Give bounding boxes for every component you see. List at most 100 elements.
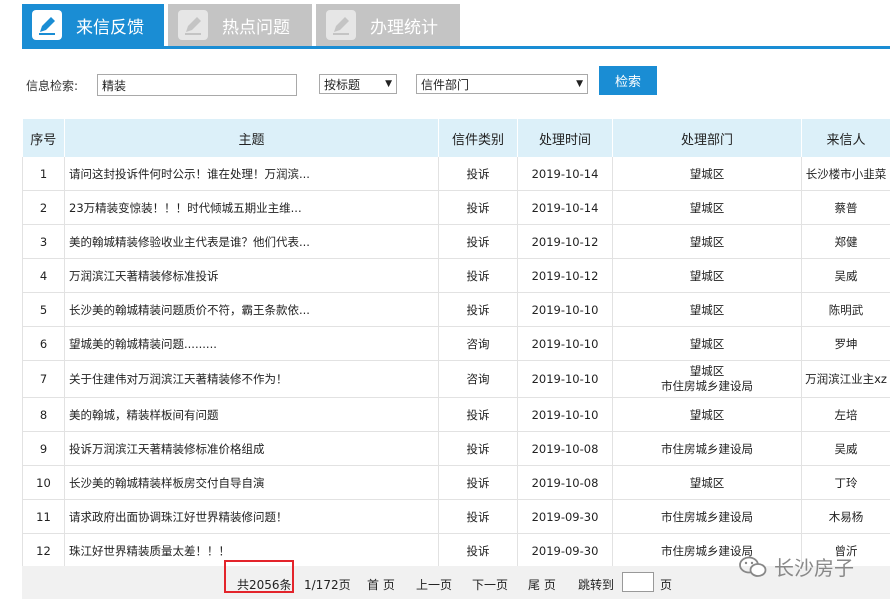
cell-dept: 望城区 — [612, 190, 802, 225]
cell-subject[interactable]: 请问这封投诉件何时公示！谁在处理！万润滨... — [64, 157, 439, 191]
cell-category: 投诉 — [438, 533, 518, 568]
table-row[interactable]: 8 美的翰城，精装样板间有问题 投诉 2019-10-10 望城区 左培 — [22, 397, 890, 432]
table-row[interactable]: 1 请问这封投诉件何时公示！谁在处理！万润滨... 投诉 2019-10-14 望城区长… — [22, 157, 890, 191]
table-row[interactable]: 2 23万精装变惊装！！！时代倾城五期业主维... 投诉 2019-10-14 望城区蔡… — [22, 190, 890, 225]
table-row[interactable]: 3 美的翰城精装修验收业主代表是谁？他们代表... 投诉 2019-10-12 望城区郑… — [22, 224, 890, 259]
pager-jump-input[interactable] — [622, 572, 654, 592]
cell-subject[interactable]: 美的翰城，精装样板间有问题 — [64, 397, 439, 432]
cell-no: 12 — [22, 533, 65, 568]
cell-date: 2019-09-30 — [517, 499, 613, 534]
tab-label: 来信反馈 — [76, 17, 144, 38]
cell-category: 投诉 — [438, 190, 518, 225]
cell-dept: 望城区 — [612, 465, 802, 500]
cell-date: 2019-10-10 — [517, 326, 613, 361]
cell-date: 2019-10-10 — [517, 292, 613, 327]
col-header-category: 信件类别 — [438, 119, 518, 157]
table-row[interactable]: 10 长沙美的翰城精装样板房交付自导自演 投诉 2019-10-08 望城区 丁玲 — [22, 465, 890, 500]
cell-date: 2019-10-10 — [517, 397, 613, 432]
department-value: 信件部门 — [421, 77, 470, 92]
table-row[interactable]: 7 关于住建伟对万润滨江天著精装修不作为！ 咨询 2019-10-10 望城区 市住房城乡… — [22, 360, 890, 398]
col-header-dept: 处理部门 — [612, 119, 802, 157]
search-type-select[interactable]: 按标题 ▼ — [319, 74, 397, 94]
cell-sender: 丁玲 — [801, 465, 890, 500]
tab-hot-issues[interactable]: 热点问题 — [168, 4, 312, 46]
cell-subject[interactable]: 投诉万润滨江天著精装修标准价格组成 — [64, 431, 439, 466]
cell-no: 8 — [22, 397, 65, 432]
cell-no: 6 — [22, 326, 65, 361]
cell-category: 投诉 — [438, 431, 518, 466]
col-header-sender: 来信人 — [801, 119, 890, 157]
letters-table: 序号 主题 信件类别 处理时间 处理部门 来信人 1 请问这封投诉件何时公示！谁在… — [22, 119, 890, 568]
table-row[interactable]: 5 长沙美的翰城精装问题质价不符，霸王条款依... 投诉 2019-10-10 望城区陈… — [22, 292, 890, 327]
col-header-date: 处理时间 — [517, 119, 613, 157]
search-bar: 信息检索: 按标题 ▼ 信件部门 ▼ 检索 — [26, 66, 890, 100]
cell-subject[interactable]: 关于住建伟对万润滨江天著精装修不作为！ — [64, 360, 439, 398]
cell-date: 2019-10-12 — [517, 224, 613, 259]
cell-subject[interactable]: 长沙美的翰城精装问题质价不符，霸王条款依... — [64, 292, 439, 327]
cell-no: 2 — [22, 190, 65, 225]
cell-dept: 望城区 — [612, 258, 802, 293]
search-button[interactable]: 检索 — [599, 66, 657, 95]
cell-subject[interactable]: 万润滨江天著精装修标准投诉 — [64, 258, 439, 293]
pager-page-indicator: 1/172页 — [304, 578, 351, 592]
cell-category: 投诉 — [438, 499, 518, 534]
total-highlight-box — [224, 560, 294, 593]
table-row[interactable]: 9 投诉万润滨江天著精装修标准价格组成 投诉 2019-10-08 市住房城乡建设局 吴威 — [22, 431, 890, 466]
cell-sender: 木易杨 — [801, 499, 890, 534]
cell-subject[interactable]: 美的翰城精装修验收业主代表是谁？他们代表... — [64, 224, 439, 259]
tab-underline — [22, 46, 890, 49]
cell-sender: 蔡普 — [801, 190, 890, 225]
watermark-text: 长沙房子 — [774, 556, 854, 580]
cell-category: 投诉 — [438, 224, 518, 259]
cell-date: 2019-10-08 — [517, 465, 613, 500]
edit-icon — [32, 10, 62, 40]
search-input[interactable] — [97, 74, 297, 96]
cell-dept: 望城区 — [612, 397, 802, 432]
table-row[interactable]: 11 请求政府出面协调珠江好世界精装修问题！ 投诉 2019-09-30 市住房城乡建设… — [22, 499, 890, 534]
pager-first-link[interactable]: 首 页 — [367, 576, 395, 593]
tab-feedback[interactable]: 来信反馈 — [22, 4, 164, 46]
cell-date: 2019-10-14 — [517, 157, 613, 191]
cell-sender: 吴威 — [801, 431, 890, 466]
cell-category: 咨询 — [438, 326, 518, 361]
table-row[interactable]: 6 望城美的翰城精装问题......... 咨询 2019-10-10 望城区 罗坤 — [22, 326, 890, 361]
search-label: 信息检索: — [26, 79, 79, 93]
cell-dept: 望城区 — [612, 157, 802, 191]
edit-icon — [326, 10, 356, 40]
edit-icon — [178, 10, 208, 40]
dept-line: 望城区 — [689, 364, 725, 378]
cell-no: 7 — [22, 360, 65, 398]
cell-sender: 陈明武 — [801, 292, 890, 327]
table-row[interactable]: 4 万润滨江天著精装修标准投诉 投诉 2019-10-12 望城区 吴威 — [22, 258, 890, 293]
search-type-value: 按标题 — [324, 77, 361, 92]
cell-no: 5 — [22, 292, 65, 327]
wechat-icon — [739, 556, 767, 577]
cell-date: 2019-10-12 — [517, 258, 613, 293]
tab-label: 办理统计 — [370, 17, 438, 38]
cell-subject[interactable]: 23万精装变惊装！！！时代倾城五期业主维... — [64, 190, 439, 225]
pager-jump-label: 跳转到 — [578, 578, 615, 592]
department-select[interactable]: 信件部门 ▼ — [416, 74, 588, 94]
col-header-subject: 主题 — [64, 119, 439, 157]
cell-category: 投诉 — [438, 258, 518, 293]
cell-category: 投诉 — [438, 157, 518, 191]
cell-category: 投诉 — [438, 397, 518, 432]
cell-no: 4 — [22, 258, 65, 293]
cell-no: 9 — [22, 431, 65, 466]
cell-sender: 长沙楼市小韭菜 — [801, 157, 890, 191]
pager-last-link[interactable]: 尾 页 — [528, 576, 556, 593]
cell-subject[interactable]: 望城美的翰城精装问题......... — [64, 326, 439, 361]
cell-sender: 左培 — [801, 397, 890, 432]
watermark: 长沙房子 — [738, 552, 854, 581]
cell-date: 2019-10-10 — [517, 360, 613, 398]
pager-prev-link[interactable]: 上一页 — [416, 576, 452, 593]
tab-statistics[interactable]: 办理统计 — [316, 4, 460, 46]
cell-dept: 望城区 市住房城乡建设局 — [612, 360, 802, 398]
pager-next-link[interactable]: 下一页 — [472, 576, 508, 593]
cell-date: 2019-09-30 — [517, 533, 613, 568]
cell-sender: 罗坤 — [801, 326, 890, 361]
cell-category: 投诉 — [438, 465, 518, 500]
tab-label: 热点问题 — [222, 17, 290, 38]
cell-subject[interactable]: 请求政府出面协调珠江好世界精装修问题！ — [64, 499, 439, 534]
cell-subject[interactable]: 长沙美的翰城精装样板房交付自导自演 — [64, 465, 439, 500]
